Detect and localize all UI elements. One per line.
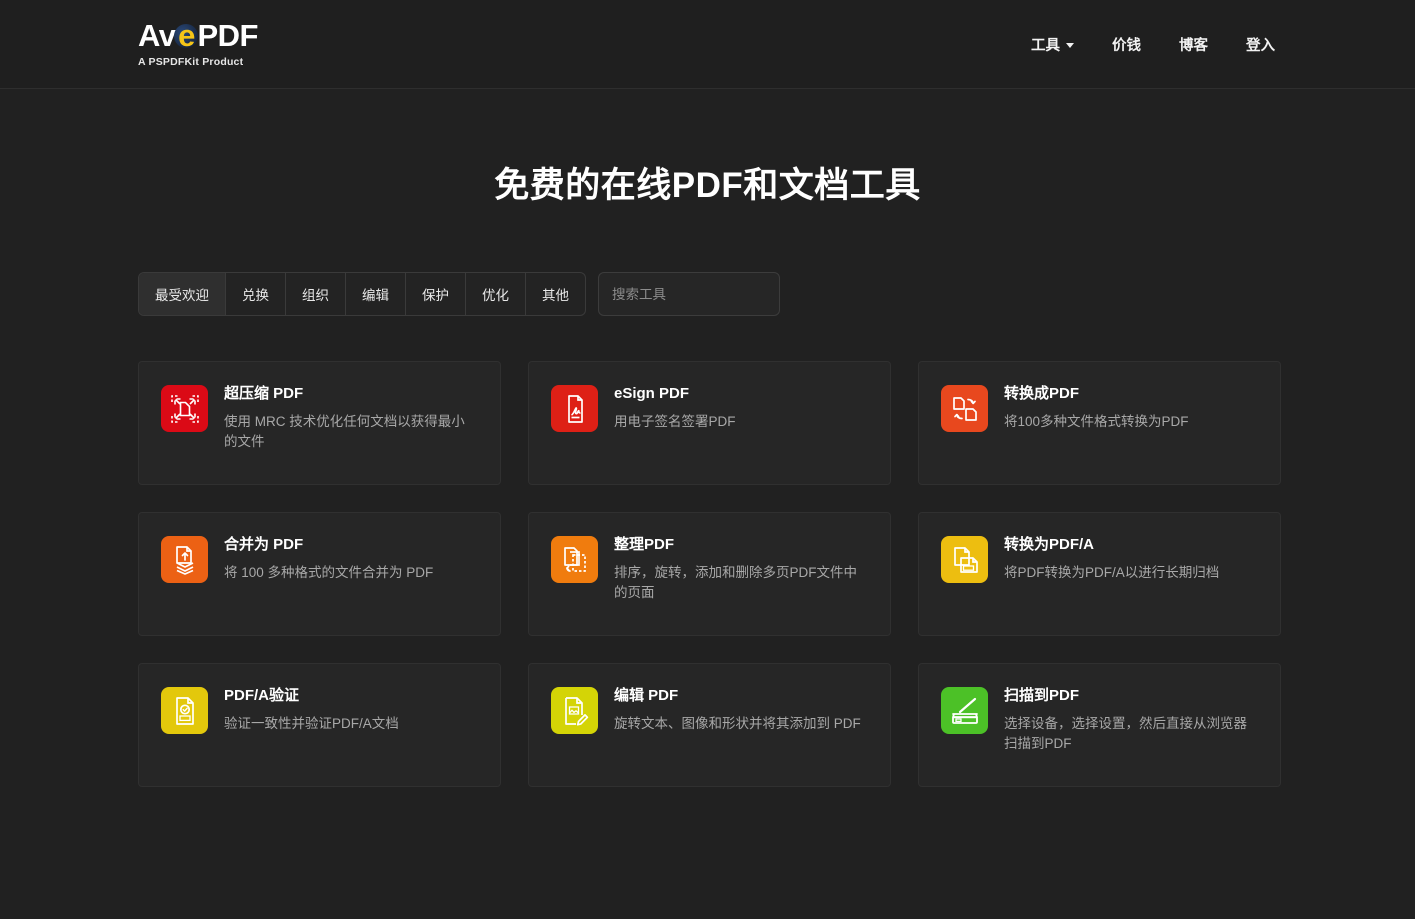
card-description: 用电子签名签署PDF — [614, 413, 736, 429]
logo-accent-text: e — [178, 18, 195, 53]
convert-to-pdf-icon — [941, 385, 988, 432]
card-text: PDF/A验证 验证一致性并验证PDF/A文档 — [224, 687, 399, 786]
main-navigation: 工具 价钱 博客 登入 — [1031, 34, 1275, 55]
tool-card-scan-to-pdf[interactable]: 扫描到PDF 选择设备，选择设置，然后直接从浏览器扫描到PDF — [918, 663, 1281, 787]
tool-filter-bar: 最受欢迎 兑换 组织 编辑 保护 优化 其他 — [138, 272, 1415, 316]
nav-label-pricing: 价钱 — [1112, 37, 1141, 54]
tab-optimize[interactable]: 优化 — [466, 273, 526, 315]
card-text: 整理PDF 排序，旋转，添加和删除多页PDF文件中的页面 — [614, 536, 864, 635]
card-title: PDF/A验证 — [224, 687, 300, 704]
signature-document-icon — [551, 385, 598, 432]
scanner-icon — [941, 687, 988, 734]
nav-label-login: 登入 — [1246, 37, 1275, 54]
logo-text-pre: Av — [138, 18, 176, 53]
tool-card-validate-pdfa[interactable]: PDF/A验证 验证一致性并验证PDF/A文档 — [138, 663, 501, 787]
tool-card-convert-to-pdf[interactable]: 转换成PDF 将100多种文件格式转换为PDF — [918, 361, 1281, 485]
tab-organize[interactable]: 组织 — [286, 273, 346, 315]
tool-card-convert-pdfa[interactable]: 转换为PDF/A 将PDF转换为PDF/A以进行长期归档 — [918, 512, 1281, 636]
card-description: 旋转文本、图像和形状并将其添加到 PDF — [614, 715, 861, 731]
card-description: 排序，旋转，添加和删除多页PDF文件中的页面 — [614, 564, 857, 600]
card-title: 转换为PDF/A — [1004, 536, 1095, 553]
tool-card-merge[interactable]: 合并为 PDF 将 100 多种格式的文件合并为 PDF — [138, 512, 501, 636]
card-text: 编辑 PDF 旋转文本、图像和形状并将其添加到 PDF — [614, 687, 861, 786]
card-description: 验证一致性并验证PDF/A文档 — [224, 715, 399, 731]
card-title: 扫描到PDF — [1004, 687, 1080, 704]
tab-other[interactable]: 其他 — [526, 273, 585, 315]
site-header: Av ePDF A PSPDFKit Product 工具 价钱 博客 登入 — [0, 0, 1415, 89]
card-description: 将 100 多种格式的文件合并为 PDF — [224, 564, 434, 580]
nav-label-blog: 博客 — [1179, 37, 1208, 54]
card-description: 选择设备，选择设置，然后直接从浏览器扫描到PDF — [1004, 715, 1247, 751]
logo-wordmark: Av ePDF — [138, 20, 258, 51]
compress-document-icon — [161, 385, 208, 432]
edit-pdf-icon — [551, 687, 598, 734]
card-text: eSign PDF 用电子签名签署PDF — [614, 385, 736, 484]
tab-convert[interactable]: 兑换 — [226, 273, 286, 315]
nav-item-pricing[interactable]: 价钱 — [1112, 34, 1141, 55]
card-title: 整理PDF — [614, 536, 675, 553]
card-title: 合并为 PDF — [224, 536, 304, 553]
chevron-down-icon — [1066, 42, 1074, 48]
card-title: 超压缩 PDF — [224, 385, 304, 402]
nav-item-blog[interactable]: 博客 — [1179, 34, 1208, 55]
tool-card-organize[interactable]: 整理PDF 排序，旋转，添加和删除多页PDF文件中的页面 — [528, 512, 891, 636]
tool-card-compress[interactable]: 超压缩 PDF 使用 MRC 技术优化任何文档以获得最小的文件 — [138, 361, 501, 485]
page-title: 免费的在线PDF和文档工具 — [494, 166, 921, 205]
search-input[interactable] — [598, 272, 780, 316]
tab-most-popular[interactable]: 最受欢迎 — [139, 273, 226, 315]
logo-tagline: A PSPDFKit Product — [138, 56, 244, 68]
tab-protect[interactable]: 保护 — [406, 273, 466, 315]
nav-item-tools[interactable]: 工具 — [1031, 34, 1074, 55]
logo-avepdf[interactable]: Av ePDF A PSPDFKit Product — [138, 20, 258, 68]
card-title: 转换成PDF — [1004, 385, 1080, 402]
nav-item-login[interactable]: 登入 — [1246, 34, 1275, 55]
card-text: 扫描到PDF 选择设备，选择设置，然后直接从浏览器扫描到PDF — [1004, 687, 1254, 786]
organize-pages-icon — [551, 536, 598, 583]
card-text: 转换为PDF/A 将PDF转换为PDF/A以进行长期归档 — [1004, 536, 1219, 635]
pdfa-validate-icon — [161, 687, 208, 734]
card-description: 使用 MRC 技术优化任何文档以获得最小的文件 — [224, 413, 465, 449]
card-text: 合并为 PDF 将 100 多种格式的文件合并为 PDF — [224, 536, 433, 635]
card-text: 转换成PDF 将100多种文件格式转换为PDF — [1004, 385, 1189, 484]
card-description: 将PDF转换为PDF/A以进行长期归档 — [1004, 564, 1220, 580]
tool-card-esign[interactable]: eSign PDF 用电子签名签署PDF — [528, 361, 891, 485]
card-text: 超压缩 PDF 使用 MRC 技术优化任何文档以获得最小的文件 — [224, 385, 474, 484]
card-title: eSign PDF — [614, 385, 690, 402]
card-description: 将100多种文件格式转换为PDF — [1004, 413, 1189, 429]
merge-documents-icon — [161, 536, 208, 583]
tool-card-edit-pdf[interactable]: 编辑 PDF 旋转文本、图像和形状并将其添加到 PDF — [528, 663, 891, 787]
logo-text-post: PDF — [197, 18, 258, 53]
category-tabs: 最受欢迎 兑换 组织 编辑 保护 优化 其他 — [138, 272, 586, 316]
pdfa-convert-icon — [941, 536, 988, 583]
logo-accent-letter: e — [174, 18, 199, 53]
nav-label-tools: 工具 — [1031, 37, 1060, 54]
tool-card-grid: 超压缩 PDF 使用 MRC 技术优化任何文档以获得最小的文件 eSign PD… — [138, 361, 1415, 787]
card-title: 编辑 PDF — [614, 687, 679, 704]
tab-edit[interactable]: 编辑 — [346, 273, 406, 315]
